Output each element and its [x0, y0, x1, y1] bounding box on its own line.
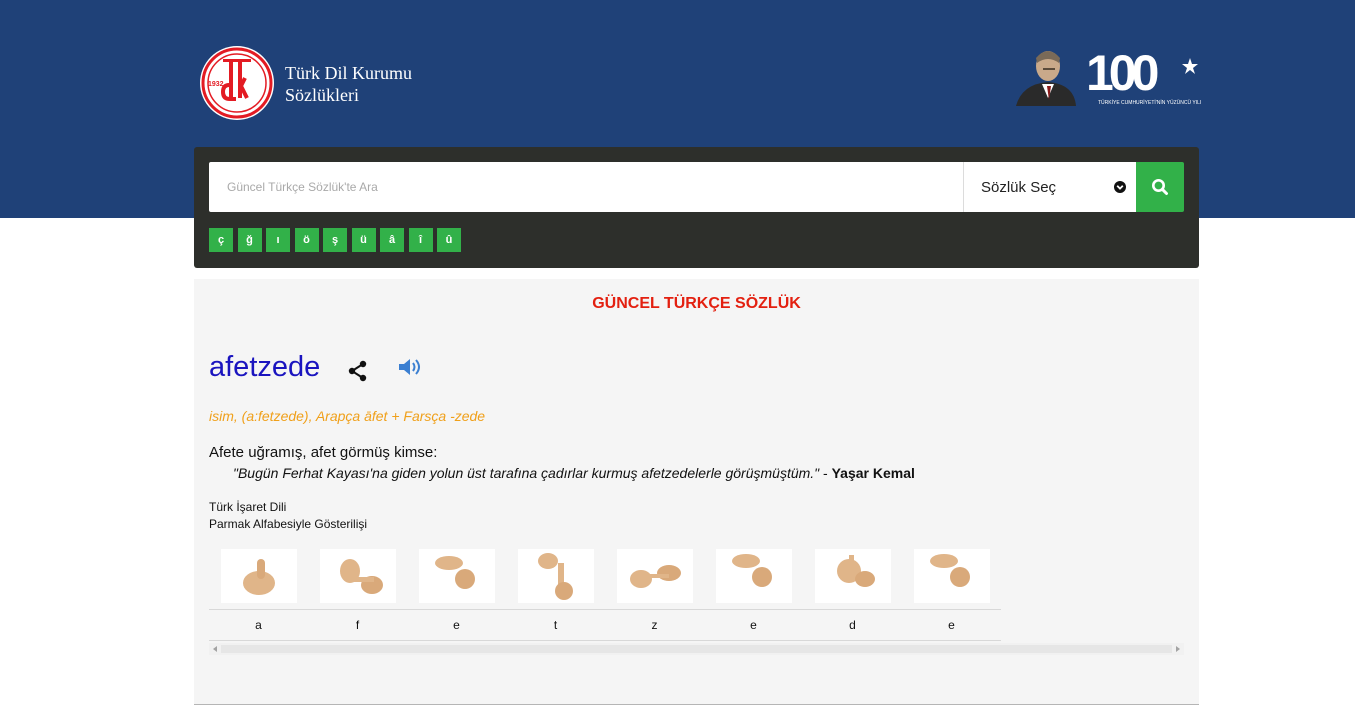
- char-button[interactable]: û: [437, 228, 461, 252]
- char-button[interactable]: â: [380, 228, 404, 252]
- scrollbar-thumb[interactable]: [221, 645, 1172, 653]
- brand-title[interactable]: Türk Dil Kurumu Sözlükleri: [285, 62, 412, 106]
- search-panel: Sözlük Seç ç ğ ı ö ş ü â î û: [194, 147, 1199, 268]
- horizontal-scrollbar[interactable]: [209, 643, 1184, 655]
- sign-letter: t: [553, 618, 558, 632]
- sign-letter: f: [355, 618, 360, 632]
- dictionary-select-label: Sözlük Seç: [981, 178, 1057, 196]
- sign-letter: e: [948, 618, 955, 632]
- search-icon: [1152, 179, 1168, 195]
- meaning-text: Afete uğramış, afet görmüş kimse:: [209, 444, 438, 461]
- fingerspelling-title: Parmak Alfabesiyle Gösterilişi: [209, 517, 368, 531]
- sign-language-label: Türk İşaret Dili Parmak Alfabesiyle Göst…: [209, 499, 367, 533]
- tdk-logo[interactable]: 1932: [199, 45, 275, 121]
- badge-number: 100: [1086, 45, 1158, 101]
- sign-letter-row: a f e t z e d e: [209, 609, 1001, 641]
- badge-caption: TÜRKİYE CUMHURİYETİ'NİN YÜZÜNCÜ YILI: [1098, 99, 1201, 106]
- char-button[interactable]: ü: [351, 228, 376, 252]
- hand-sign-image: [913, 549, 990, 603]
- ataturk-portrait: [1016, 51, 1076, 106]
- quote-author[interactable]: Yaşar Kemal: [832, 465, 915, 481]
- dictionary-select[interactable]: Sözlük Seç: [963, 162, 1136, 212]
- char-button[interactable]: ğ: [237, 228, 262, 252]
- centennial-badge: 100 TÜRKİYE CUMHURİYETİ'NİN YÜZÜNCÜ YILI: [1086, 45, 1201, 106]
- hand-sign-image: [616, 549, 693, 603]
- sign-letter: e: [453, 618, 460, 632]
- chevron-down-icon: [1114, 181, 1126, 193]
- hand-sign-image: [418, 549, 495, 603]
- hand-sign-image: [715, 549, 792, 603]
- sign-image-row: [209, 549, 1001, 609]
- speaker-icon[interactable]: [397, 356, 423, 378]
- search-input[interactable]: [209, 162, 963, 212]
- example-quote: "Bugün Ferhat Kayası'na giden yolun üst …: [233, 465, 915, 481]
- scroll-left-arrow-icon[interactable]: [213, 646, 217, 652]
- share-icon[interactable]: [346, 359, 370, 383]
- char-button[interactable]: î: [408, 228, 433, 252]
- quote-text: "Bugün Ferhat Kayası'na giden yolun üst …: [233, 465, 820, 481]
- sign-language-title: Türk İşaret Dili: [209, 500, 287, 514]
- special-char-bar: ç ğ ı ö ş ü â î û: [209, 228, 466, 252]
- sign-letter: z: [651, 618, 658, 632]
- search-button[interactable]: [1136, 162, 1184, 212]
- result-panel: GÜNCEL TÜRKÇE SÖZLÜK afetzede isim, (a:f…: [194, 279, 1199, 705]
- headword: afetzede: [209, 351, 321, 383]
- fingerspelling-table: a f e t z e d e: [209, 549, 1001, 641]
- word-meta: isim, (a:fetzede), Arapça āfet + Farsça …: [209, 408, 486, 424]
- hand-sign-image: [517, 549, 594, 603]
- quote-separator: -: [819, 465, 832, 481]
- char-button[interactable]: ı: [266, 228, 290, 252]
- hand-sign-image: [319, 549, 396, 603]
- brand-line-1: Türk Dil Kurumu: [285, 63, 412, 83]
- dictionary-title: GÜNCEL TÜRKÇE SÖZLÜK: [592, 295, 801, 312]
- brand-line-2: Sözlükleri: [285, 85, 359, 105]
- sign-letter: e: [750, 618, 757, 632]
- logo-year: 1932: [208, 81, 224, 88]
- sign-letter: a: [255, 618, 262, 632]
- char-button[interactable]: ö: [294, 228, 319, 252]
- sign-letter: d: [849, 618, 856, 632]
- char-button[interactable]: ç: [209, 228, 233, 252]
- hand-sign-image: [220, 549, 297, 603]
- hand-sign-image: [814, 549, 891, 603]
- char-button[interactable]: ş: [323, 228, 347, 252]
- scroll-right-arrow-icon[interactable]: [1176, 646, 1180, 652]
